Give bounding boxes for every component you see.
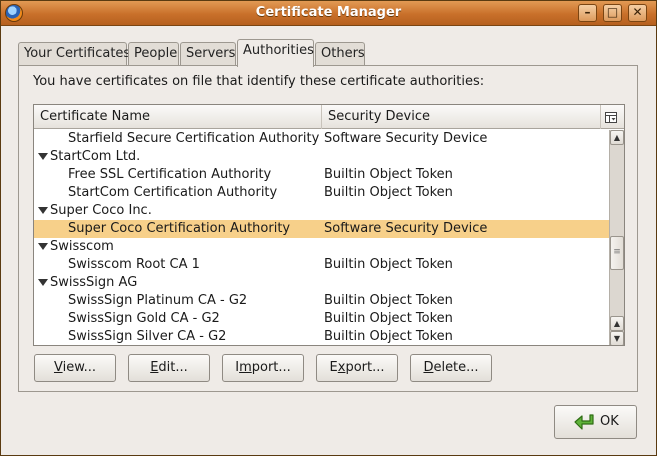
tree-group-row[interactable]: Swisscom bbox=[34, 238, 609, 256]
minimize-button[interactable]: – bbox=[578, 4, 597, 22]
tree-row[interactable]: Starfield Secure Certification Authority… bbox=[34, 130, 609, 148]
view-mnemonic: V bbox=[53, 360, 63, 375]
security-device-cell: Software Security Device bbox=[324, 221, 488, 236]
tree-header: Certificate Name Security Device bbox=[34, 105, 624, 129]
certificate-name-cell: Starfield Secure Certification Authority bbox=[68, 131, 320, 146]
ok-button[interactable]: OK bbox=[554, 405, 637, 439]
scroll-thumb[interactable]: ≡ bbox=[610, 236, 624, 270]
certificate-manager-window: Certificate Manager – □ ✕ Your Certifica… bbox=[0, 0, 657, 456]
scroll-down-button[interactable]: ▼ bbox=[610, 331, 624, 345]
tab-others[interactable]: Others bbox=[315, 42, 365, 66]
certificate-name-cell: Super Coco Certification Authority bbox=[68, 221, 291, 236]
tab-servers[interactable]: Servers bbox=[180, 42, 236, 66]
view-label: iew... bbox=[62, 360, 97, 375]
certificate-name-cell: StartCom Certification Authority bbox=[68, 185, 278, 200]
tab-authorities[interactable]: Authorities bbox=[237, 39, 314, 67]
expander-triangle-icon[interactable] bbox=[38, 279, 48, 286]
close-button[interactable]: ✕ bbox=[628, 4, 647, 22]
certificate-name-cell: SwissSign Silver CA - G2 bbox=[68, 329, 227, 344]
column-header-certificate-name[interactable]: Certificate Name bbox=[34, 105, 322, 129]
delete-mnemonic: D bbox=[423, 360, 434, 375]
tree-group-row[interactable]: StartCom Ltd. bbox=[34, 148, 609, 166]
security-device-cell: Builtin Object Token bbox=[324, 167, 453, 182]
export-pre: E bbox=[329, 360, 338, 375]
certificate-name-cell: Free SSL Certification Authority bbox=[68, 167, 272, 182]
security-device-cell: Builtin Object Token bbox=[324, 329, 453, 344]
security-device-cell: Builtin Object Token bbox=[324, 257, 453, 272]
certificate-name-cell: Swisscom Root CA 1 bbox=[68, 257, 200, 272]
tree-group-row[interactable]: Super Coco Inc. bbox=[34, 202, 609, 220]
certificate-name-cell: StartCom Ltd. bbox=[50, 149, 141, 164]
tree-row[interactable]: SwissSign Silver CA - G2 Builtin Object T… bbox=[34, 328, 609, 345]
column-picker-icon[interactable] bbox=[599, 105, 623, 129]
security-device-cell: Builtin Object Token bbox=[324, 185, 453, 200]
tab-people[interactable]: People bbox=[128, 42, 179, 66]
delete-button[interactable]: Delete... bbox=[410, 354, 492, 382]
tree-row[interactable]: StartCom Certification Authority Builtin … bbox=[34, 184, 609, 202]
tree-rows: Starfield Secure Certification Authority… bbox=[34, 130, 609, 345]
export-button[interactable]: Export... bbox=[316, 354, 398, 382]
export-label: port... bbox=[345, 360, 385, 375]
green-arrow-icon bbox=[574, 414, 594, 430]
certificate-tree[interactable]: Certificate Name Security Device Starfie… bbox=[33, 104, 625, 346]
window-title: Certificate Manager bbox=[255, 5, 402, 20]
title-bar[interactable]: Certificate Manager – □ ✕ bbox=[1, 1, 656, 26]
tree-row[interactable]: Super Coco Certification Authority Softwa… bbox=[34, 220, 609, 238]
authorities-panel: You have certificates on file that ident… bbox=[18, 65, 638, 392]
column-header-security-device[interactable]: Security Device bbox=[322, 105, 601, 129]
tree-row[interactable]: Swisscom Root CA 1 Builtin Object Token bbox=[34, 256, 609, 274]
expander-triangle-icon[interactable] bbox=[38, 207, 48, 214]
import-label: port... bbox=[251, 360, 291, 375]
import-button[interactable]: Import... bbox=[222, 354, 304, 382]
certificate-name-cell: SwissSign Platinum CA - G2 bbox=[68, 293, 248, 308]
vertical-scrollbar[interactable]: ▲ ≡ ▲ ▼ bbox=[609, 130, 624, 345]
tree-row[interactable]: SwissSign Platinum CA - G2 Builtin Object… bbox=[34, 292, 609, 310]
tree-row[interactable]: SwissSign Gold CA - G2 Builtin Object Tok… bbox=[34, 310, 609, 328]
tab-your-certificates[interactable]: Your Certificates bbox=[18, 42, 130, 66]
security-device-cell: Builtin Object Token bbox=[324, 311, 453, 326]
certificate-name-cell: Swisscom bbox=[50, 239, 114, 254]
expander-triangle-icon[interactable] bbox=[38, 153, 48, 160]
security-device-cell: Software Security Device bbox=[324, 131, 488, 146]
maximize-button[interactable]: □ bbox=[603, 4, 622, 22]
ok-label: OK bbox=[600, 414, 619, 429]
view-button[interactable]: View... bbox=[34, 354, 116, 382]
certificate-name-cell: SwissSign Gold CA - G2 bbox=[68, 311, 220, 326]
intro-text: You have certificates on file that ident… bbox=[33, 74, 485, 89]
security-device-cell: Builtin Object Token bbox=[324, 293, 453, 308]
certificate-name-cell: Super Coco Inc. bbox=[50, 203, 152, 218]
import-mnemonic: m bbox=[239, 360, 252, 375]
certificate-name-cell: SwissSign AG bbox=[50, 275, 138, 290]
expander-triangle-icon[interactable] bbox=[38, 243, 48, 250]
delete-label: elete... bbox=[433, 360, 479, 375]
scroll-down-small-up-button[interactable]: ▲ bbox=[610, 316, 624, 331]
edit-button[interactable]: Edit... bbox=[128, 354, 210, 382]
scroll-up-button[interactable]: ▲ bbox=[610, 130, 624, 145]
edit-label: dit... bbox=[158, 360, 188, 375]
tree-row[interactable]: Free SSL Certification Authority Builtin … bbox=[34, 166, 609, 184]
tree-group-row[interactable]: SwissSign AG bbox=[34, 274, 609, 292]
